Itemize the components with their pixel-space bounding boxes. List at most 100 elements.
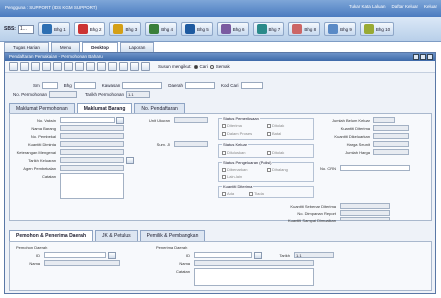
agen-pembekalan-input[interactable] xyxy=(60,165,124,171)
print-icon[interactable] xyxy=(53,62,62,71)
penerima-catatan-textarea[interactable] xyxy=(194,268,314,286)
label-penerima-catatan: Catatan xyxy=(175,269,190,274)
daerah-select[interactable] xyxy=(185,82,216,89)
edit-icon[interactable] xyxy=(31,62,40,71)
shortcut-bhg-9[interactable]: Bhg 9 xyxy=(324,22,356,36)
exit-link[interactable]: Keluar xyxy=(424,4,437,9)
shortcut-bhg-8[interactable]: Bhg 8 xyxy=(288,22,321,36)
calendar-button[interactable] xyxy=(126,157,134,164)
tab-tugas-harian[interactable]: Tugas Harian xyxy=(4,42,49,52)
shortcut-bhg-4[interactable]: Bhg 4 xyxy=(145,22,178,36)
bhg-input[interactable] xyxy=(73,82,96,89)
binoculars-icon[interactable] xyxy=(119,62,128,71)
tarikh-keluaran-input[interactable] xyxy=(60,157,124,163)
jumlah-belum-keluar-input[interactable] xyxy=(373,117,395,123)
lookup-button[interactable] xyxy=(116,117,124,124)
kawasan-select[interactable] xyxy=(122,82,163,89)
chk-batal[interactable]: Batal xyxy=(267,131,281,136)
no-crn-input[interactable] xyxy=(340,165,410,171)
tab-laporan[interactable]: Laporan xyxy=(119,42,155,52)
close-icon[interactable] xyxy=(427,54,433,60)
copy-icon[interactable] xyxy=(75,62,84,71)
jumlah-harga-input[interactable] xyxy=(373,149,409,155)
label-no-crn: No. CRN xyxy=(319,166,336,171)
label-kuantiti-sampai: Kuantiti Sampai Dimuaikan xyxy=(287,218,336,223)
label-kuantiti-dikeluarkan: Kuantiti Dikeluarkan xyxy=(334,134,370,139)
tab-pemohon-penerima[interactable]: Pemohon & Penerima Daerah xyxy=(9,230,94,241)
module-icon xyxy=(328,24,339,34)
unit-ukuran-input[interactable] xyxy=(174,117,208,123)
penerima-lookup-button[interactable] xyxy=(254,252,262,259)
kuantiti-diterima-input[interactable] xyxy=(373,125,409,131)
chk-ada[interactable]: Ada xyxy=(222,191,234,196)
radio-semak[interactable] xyxy=(209,64,214,69)
tab-jk-petulus[interactable]: JK & Petulus xyxy=(95,230,138,241)
penerima-id-input[interactable] xyxy=(194,252,252,258)
shortcut-bhg-3[interactable]: Bhg 3 xyxy=(109,22,142,36)
chk-diterima[interactable]: Diterima xyxy=(222,123,242,128)
no-pembekal-input[interactable] xyxy=(60,133,124,139)
nama-barang-input[interactable] xyxy=(60,125,124,131)
penerima-tarikh-input[interactable]: 1.1 xyxy=(294,252,334,258)
chk-dihalang[interactable]: Dihalang xyxy=(267,167,288,172)
history-icon[interactable] xyxy=(97,62,106,71)
label-penerima-nama: Nama xyxy=(179,261,190,266)
label-no-pembekal: No. Pembekal xyxy=(30,134,56,139)
sum-input[interactable] xyxy=(174,141,208,147)
shortcut-bhg-7[interactable]: Bhg 7 xyxy=(252,22,285,36)
filter-icon[interactable] xyxy=(130,62,139,71)
tarikh-permohonan-input[interactable]: 1.1 xyxy=(126,91,151,98)
maklumat-barang-panel: No. Vaksin Nama Barang No. Pembekal Kuan… xyxy=(9,113,432,223)
keterangan-input[interactable] xyxy=(60,149,124,155)
delete-icon[interactable] xyxy=(42,62,51,71)
shortcut-bhg-5[interactable]: Bhg 5 xyxy=(181,22,213,36)
chk-dibenarkan[interactable]: Dibenarkan xyxy=(222,167,247,172)
kuantiti-sampai-input[interactable] xyxy=(340,217,390,221)
sm-input[interactable] xyxy=(41,82,58,89)
maximize-icon[interactable] xyxy=(420,54,426,60)
chk-ditolak-keluar[interactable]: Ditolak xyxy=(267,150,284,155)
tab-desktop[interactable]: Desktop xyxy=(82,42,118,52)
status-keluar-group: Status Keluar Diluluskan Ditolak xyxy=(218,142,314,158)
shortcut-bhg-2[interactable]: Bhg 2 xyxy=(73,22,106,36)
new-icon[interactable] xyxy=(9,62,18,71)
shortcut-label: Bhg 3 xyxy=(125,26,138,32)
tab-menu[interactable]: Menu xyxy=(50,42,81,52)
help-icon[interactable] xyxy=(108,62,117,71)
pemohon-nama-input[interactable] xyxy=(44,260,120,266)
shortcut-bhg-1[interactable]: Bhg 1 xyxy=(37,22,70,36)
harga-seunit-input[interactable] xyxy=(373,141,409,147)
chk-dalam-proses[interactable]: Dalam Proses xyxy=(222,131,252,136)
attach-icon[interactable] xyxy=(86,62,95,71)
chk-ditolak[interactable]: Ditolak xyxy=(267,123,284,128)
pemohon-id-input[interactable] xyxy=(44,252,106,258)
shortcut-label: Bhg 7 xyxy=(268,26,281,32)
main-tabs: Tugas Harian Menu Desktop Laporan xyxy=(4,42,155,52)
no-dimpanan-input[interactable] xyxy=(340,210,390,216)
chk-diluluskan[interactable]: Diluluskan xyxy=(222,150,245,155)
refresh-icon[interactable] xyxy=(64,62,73,71)
catatan-textarea[interactable] xyxy=(60,173,124,199)
label-keterangan: Keterangan Mengenai xyxy=(16,150,56,155)
chk-tiada[interactable]: Tiada xyxy=(249,191,264,196)
penerima-nama-input[interactable] xyxy=(194,260,314,266)
no-permohonan-input[interactable] xyxy=(49,91,78,98)
pemohon-lookup-button[interactable] xyxy=(108,252,116,259)
kod-cari-input[interactable] xyxy=(240,82,263,89)
chk-lain-lain[interactable]: Lain-lain xyxy=(222,174,242,179)
shortcut-bhg-10[interactable]: Bhg 10 xyxy=(359,22,395,36)
search-icon[interactable] xyxy=(141,62,150,71)
kawasan-label: Kawasan xyxy=(101,83,121,88)
kuantiti-sebenar-input[interactable] xyxy=(340,203,390,209)
save-icon[interactable] xyxy=(20,62,29,71)
logout-link[interactable]: Daftar Keluar xyxy=(391,4,418,9)
sbs-select[interactable]: 1... xyxy=(17,24,34,34)
no-vaksin-input[interactable] xyxy=(60,117,115,123)
radio-cari[interactable] xyxy=(193,64,198,69)
change-password-link[interactable]: Tukar Kata Laluan xyxy=(349,4,386,9)
kuantiti-dikeluarkan-input[interactable] xyxy=(373,133,409,139)
kuantiti-diminta-input[interactable] xyxy=(60,141,124,147)
tab-pemilik-pembangkan[interactable]: Pemilik & Pembangkan xyxy=(139,230,206,241)
shortcut-bhg-6[interactable]: Bhg 6 xyxy=(216,22,249,36)
minimize-icon[interactable] xyxy=(413,54,419,60)
